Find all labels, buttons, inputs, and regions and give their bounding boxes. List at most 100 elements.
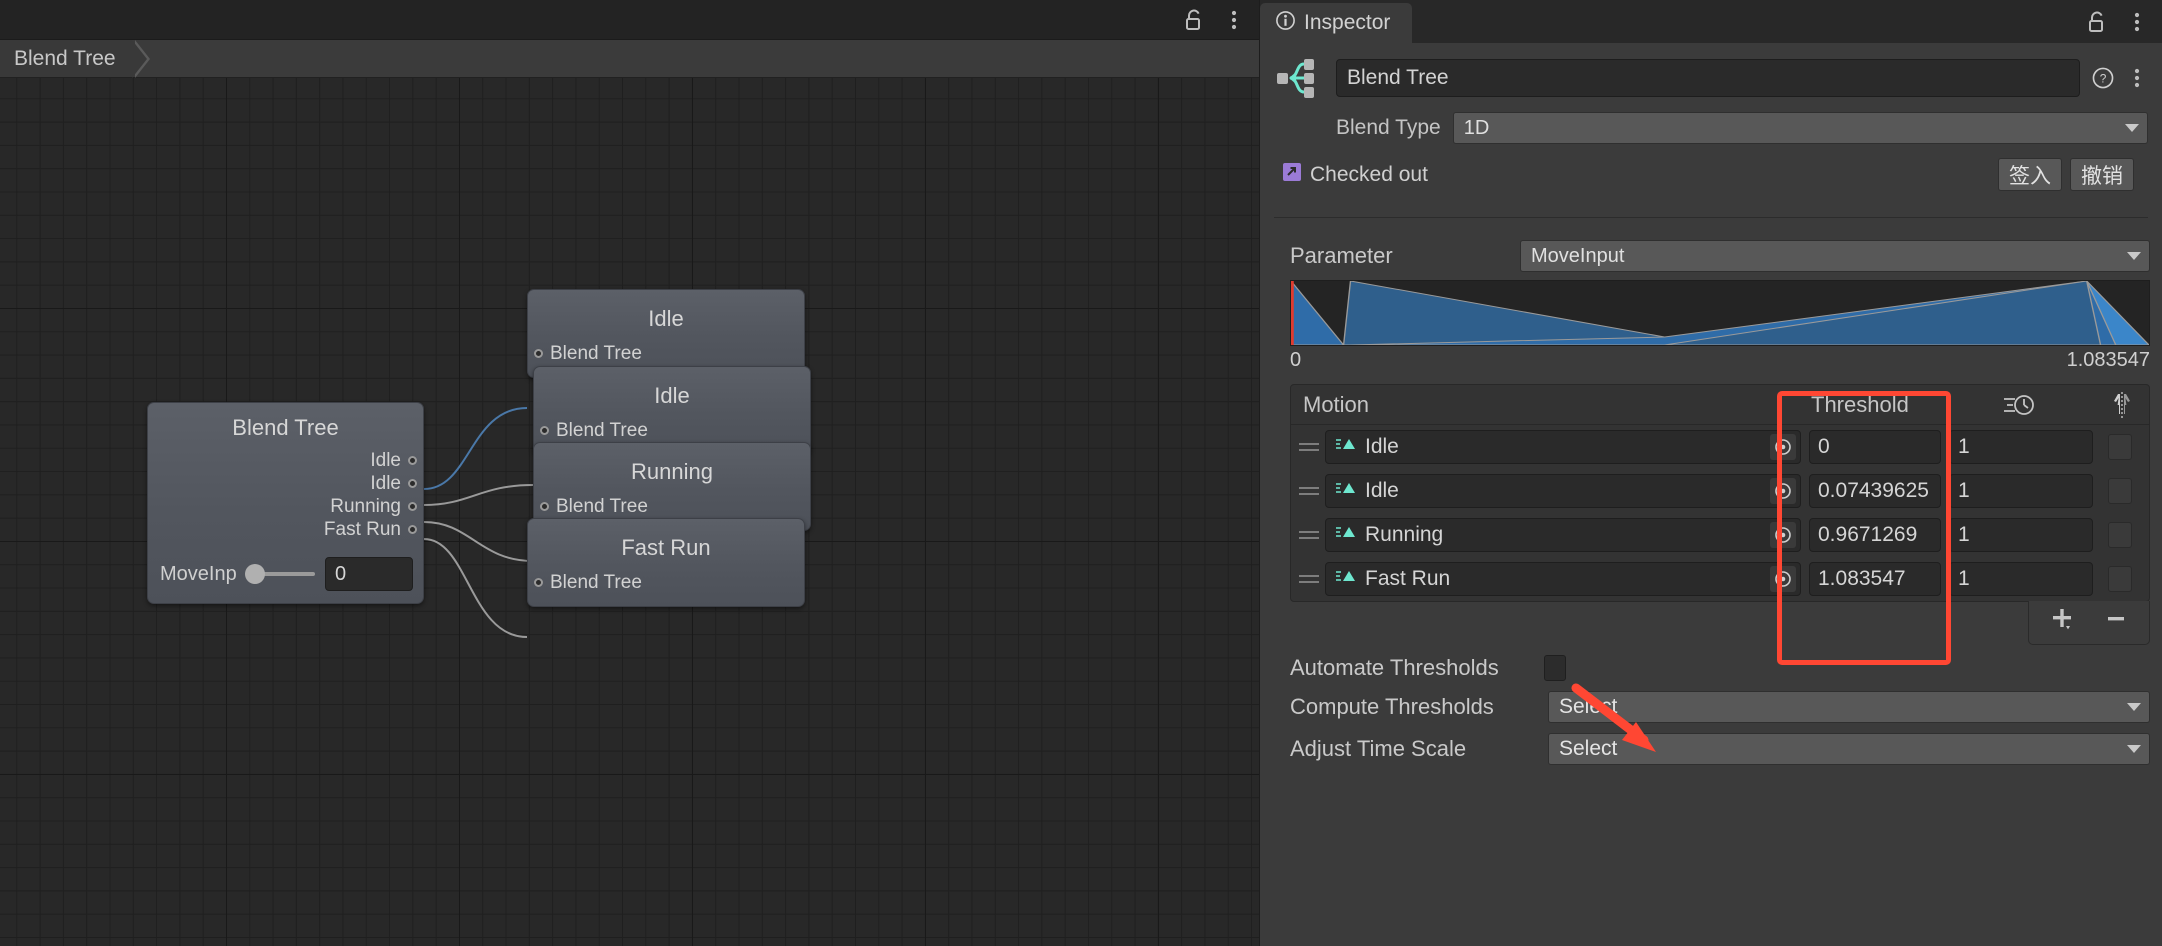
mirror-checkbox[interactable] bbox=[2108, 566, 2132, 592]
parameter-name-label: MoveInp bbox=[160, 562, 237, 585]
checkout-status: Checked out bbox=[1282, 162, 1428, 187]
automate-thresholds-checkbox[interactable] bbox=[1544, 655, 1566, 681]
speed-input[interactable]: 1 bbox=[1949, 562, 2093, 596]
object-picker-icon[interactable] bbox=[1770, 566, 1796, 592]
node-title: Running bbox=[631, 459, 713, 484]
mirror-humanoid-icon bbox=[2095, 391, 2149, 418]
mirror-checkbox[interactable] bbox=[2108, 434, 2132, 460]
slider-knob[interactable] bbox=[244, 564, 265, 584]
inspector-header: Blend Tree ? Blend Type 1D Checked out 签… bbox=[1260, 43, 2162, 226]
checkout-status-label: Checked out bbox=[1310, 162, 1428, 186]
speed-input[interactable]: 1 bbox=[1949, 474, 2093, 508]
output-port-row[interactable]: Fast Run bbox=[148, 518, 423, 541]
kebab-menu-icon[interactable] bbox=[1223, 9, 1245, 31]
input-port-label: Blend Tree bbox=[556, 420, 648, 441]
graph-canvas[interactable]: Blend Tree Idle Idle Running Fast Run Mo… bbox=[0, 78, 1259, 946]
output-port-row[interactable]: Idle bbox=[148, 449, 423, 472]
minus-icon[interactable] bbox=[2103, 606, 2129, 637]
checkin-button[interactable]: 签入 bbox=[1998, 158, 2062, 191]
inspector-tab-actions bbox=[2086, 0, 2162, 43]
mirror-checkbox[interactable] bbox=[2108, 478, 2132, 504]
node-output-ports: Idle Idle Running Fast Run bbox=[148, 443, 423, 551]
output-port-row[interactable]: Running bbox=[148, 495, 423, 518]
drag-handle-icon[interactable] bbox=[1293, 487, 1325, 495]
animation-clip-icon bbox=[1335, 435, 1357, 459]
threshold-input[interactable]: 0.9671269 bbox=[1809, 518, 1941, 552]
drag-handle-icon[interactable] bbox=[1293, 531, 1325, 539]
compute-thresholds-value: Select bbox=[1559, 695, 1618, 718]
kebab-menu-icon[interactable] bbox=[2126, 11, 2148, 33]
speed-input[interactable]: 1 bbox=[1949, 430, 2093, 464]
output-port-label: Idle bbox=[370, 473, 401, 494]
threshold-input[interactable]: 1.083547 bbox=[1809, 562, 1941, 596]
speed-input[interactable]: 1 bbox=[1949, 518, 2093, 552]
mirror-checkbox[interactable] bbox=[2108, 522, 2132, 548]
table-row[interactable]: Idle 0 1 bbox=[1291, 425, 2149, 469]
motion-object-field[interactable]: Idle bbox=[1325, 430, 1801, 464]
threshold-input[interactable]: 0.07439625 bbox=[1809, 474, 1941, 508]
mirror-checkbox-cell[interactable] bbox=[2093, 478, 2147, 504]
column-header-threshold: Threshold bbox=[1811, 391, 1909, 417]
blend-graph-svg bbox=[1290, 279, 2151, 346]
child-node-fast-run[interactable]: Fast Run Blend Tree bbox=[527, 518, 805, 607]
plus-icon[interactable] bbox=[2049, 606, 2079, 637]
add-remove-controls bbox=[2028, 601, 2150, 645]
parameter-value: MoveInput bbox=[1531, 244, 1625, 267]
parameter-slider[interactable] bbox=[244, 564, 315, 584]
compute-thresholds-dropdown[interactable]: Select bbox=[1548, 691, 2150, 723]
drag-handle-icon[interactable] bbox=[1293, 575, 1325, 583]
motion-object-field[interactable]: Fast Run bbox=[1325, 562, 1801, 596]
motion-object-field[interactable]: Running bbox=[1325, 518, 1801, 552]
child-node-idle-1[interactable]: Idle Blend Tree bbox=[527, 289, 805, 378]
output-port-label: Running bbox=[330, 496, 401, 517]
table-row[interactable]: Idle 0.07439625 1 bbox=[1291, 469, 2149, 513]
blend-tree-root-node[interactable]: Blend Tree Idle Idle Running Fast Run Mo… bbox=[147, 402, 424, 604]
port-dot-icon[interactable] bbox=[540, 502, 549, 511]
port-dot-icon[interactable] bbox=[540, 426, 549, 435]
parameter-dropdown[interactable]: MoveInput bbox=[1520, 240, 2150, 272]
mirror-checkbox-cell[interactable] bbox=[2093, 566, 2147, 592]
port-dot-icon[interactable] bbox=[534, 578, 543, 587]
input-port-row[interactable]: Blend Tree bbox=[528, 571, 804, 606]
asset-name-input[interactable]: Blend Tree bbox=[1336, 59, 2080, 97]
unlocked-padlock-icon[interactable] bbox=[2086, 11, 2108, 33]
parameter-row: Parameter MoveInput bbox=[1272, 240, 2150, 272]
port-dot-icon[interactable] bbox=[534, 349, 543, 358]
mirror-checkbox-cell[interactable] bbox=[2093, 434, 2147, 460]
blend-weight-graph[interactable] bbox=[1290, 279, 2151, 346]
breadcrumb-item-blend-tree[interactable]: Blend Tree bbox=[0, 40, 150, 78]
port-dot-icon[interactable] bbox=[408, 456, 417, 465]
table-row[interactable]: Running 0.9671269 1 bbox=[1291, 513, 2149, 557]
output-port-label: Idle bbox=[370, 450, 401, 471]
motion-object-field[interactable]: Idle bbox=[1325, 474, 1801, 508]
unlocked-padlock-icon[interactable] bbox=[1183, 9, 1205, 31]
output-port-row[interactable]: Idle bbox=[148, 472, 423, 495]
help-icon[interactable]: ? bbox=[2092, 67, 2114, 89]
kebab-menu-icon[interactable] bbox=[2126, 67, 2148, 89]
port-dot-icon[interactable] bbox=[408, 502, 417, 511]
chevron-down-icon bbox=[2127, 703, 2141, 711]
parameter-value-input[interactable]: 0 bbox=[325, 557, 413, 591]
object-picker-icon[interactable] bbox=[1770, 522, 1796, 548]
motion-table-header: Motion Threshold bbox=[1291, 385, 2149, 425]
tab-inspector[interactable]: Inspector bbox=[1260, 3, 1413, 43]
port-dot-icon[interactable] bbox=[408, 479, 417, 488]
table-row[interactable]: Fast Run 1.083547 1 bbox=[1291, 557, 2149, 601]
adjust-time-scale-row: Adjust Time Scale Select bbox=[1272, 733, 2150, 765]
revert-button[interactable]: 撤销 bbox=[2070, 158, 2134, 191]
port-dot-icon[interactable] bbox=[408, 525, 417, 534]
animation-clip-icon bbox=[1335, 523, 1357, 547]
speed-clock-icon bbox=[1943, 392, 2095, 418]
object-picker-icon[interactable] bbox=[1770, 478, 1796, 504]
drag-handle-icon[interactable] bbox=[1293, 443, 1325, 451]
chevron-down-icon bbox=[2125, 124, 2139, 132]
blend-type-dropdown[interactable]: 1D bbox=[1452, 112, 2148, 144]
adjust-time-scale-dropdown[interactable]: Select bbox=[1548, 733, 2150, 765]
animation-clip-icon bbox=[1335, 567, 1357, 591]
input-port-label: Blend Tree bbox=[556, 496, 648, 517]
inspector-panel: Inspector Blend Tree ? Blend Type 1D Che… bbox=[1259, 0, 2162, 946]
threshold-input[interactable]: 0 bbox=[1809, 430, 1941, 464]
object-picker-icon[interactable] bbox=[1770, 434, 1796, 460]
mirror-checkbox-cell[interactable] bbox=[2093, 522, 2147, 548]
checked-out-icon bbox=[1282, 162, 1302, 187]
